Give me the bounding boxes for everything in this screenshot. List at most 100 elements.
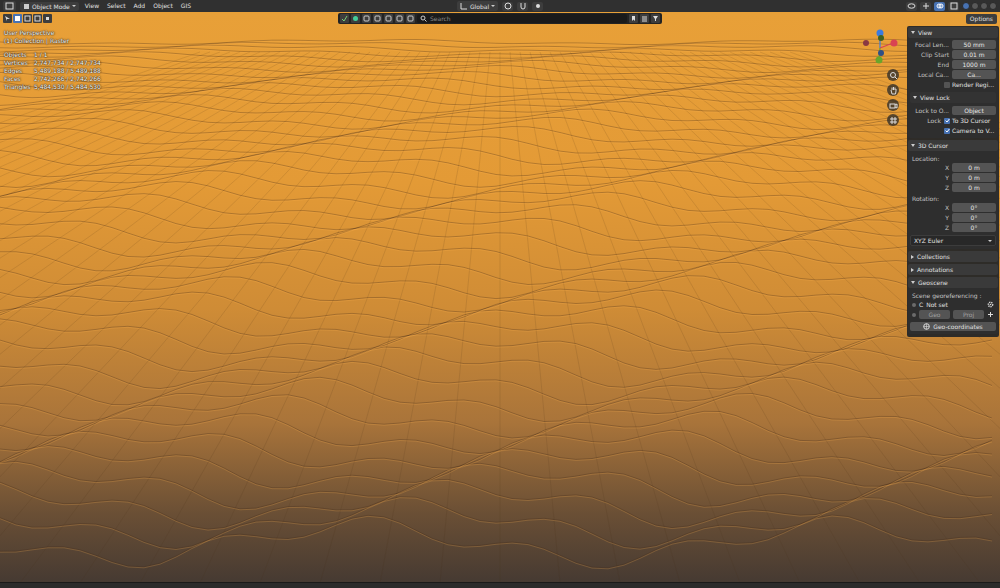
toolbar-icon[interactable] (373, 14, 382, 23)
toolbar-icon[interactable] (362, 14, 371, 23)
tool-header: Search Options (0, 12, 1000, 25)
georef-status: CNot set (910, 300, 996, 309)
stat-row: Objects1 / 1 (4, 51, 101, 59)
rotation-mode-dropdown[interactable]: XYZ Euler (910, 235, 996, 246)
checkbox-row: LockTo 3D Cursor (910, 116, 996, 125)
sidebar-panel: ViewFocal Len...50 mmClip Start0.01 mEnd… (908, 27, 998, 138)
view-name: User Perspective (4, 29, 101, 37)
select-new-icon[interactable] (13, 14, 22, 23)
checkbox-label: Render Regi... (952, 81, 994, 88)
property-row: Z0 m (910, 183, 996, 192)
geo-coordinates-button[interactable]: Geo-coordinates (910, 322, 996, 331)
property-field[interactable]: Ca... (952, 70, 996, 79)
checkbox-row: Render Regi... (910, 80, 996, 89)
options-button[interactable]: Options (966, 14, 997, 24)
select-intersect-icon[interactable] (43, 14, 52, 23)
visibility-icon[interactable] (906, 2, 917, 11)
stat-row: Edges5,489,188 / 5,489,188 (4, 67, 101, 75)
editor-type-icon[interactable] (3, 1, 16, 11)
property-field[interactable]: 0° (952, 203, 996, 212)
checkbox[interactable]: Camera to V... (944, 127, 996, 134)
crs-badge: C (919, 301, 923, 308)
menu-item[interactable]: View (83, 2, 101, 10)
property-label: Lock to O... (910, 107, 952, 114)
search-placeholder: Search (430, 15, 451, 23)
navigation-gizmo[interactable] (860, 28, 900, 69)
status-dot-icon[interactable] (351, 14, 360, 23)
subpanel-header[interactable]: View Lock (910, 92, 996, 103)
select-extend-icon[interactable] (23, 14, 32, 23)
collection-name: (1) Collection | Raster (4, 37, 101, 45)
property-label: Clip Start (910, 51, 952, 58)
stat-label: Triangles (4, 83, 34, 91)
property-field[interactable]: 0 m (952, 173, 996, 182)
menu-item[interactable]: Select (105, 2, 128, 10)
panel-header[interactable]: Geoscene (908, 277, 998, 288)
snap-icon[interactable] (517, 2, 528, 11)
zoom-icon[interactable] (887, 69, 899, 81)
gear-icon[interactable] (987, 301, 994, 308)
select-modes (3, 14, 338, 23)
stat-label: Faces (4, 75, 34, 83)
orientation-dropdown[interactable]: Global (457, 1, 498, 11)
rendered-shading-icon[interactable] (989, 2, 997, 10)
pivot-icon[interactable] (502, 2, 513, 11)
camera-icon[interactable] (887, 99, 899, 111)
mode-dropdown[interactable]: Object Mode (20, 2, 79, 11)
checkbox[interactable]: To 3D Cursor (944, 117, 996, 124)
pan-hand-icon[interactable] (887, 84, 899, 96)
plus-icon[interactable] (987, 311, 994, 318)
select-subtract-icon[interactable] (33, 14, 42, 23)
viewport-toolbar: Search (338, 13, 662, 24)
property-row: Local Ca...Ca... (910, 70, 996, 79)
panel-header[interactable]: View (908, 27, 998, 38)
3d-viewport[interactable]: Search Options User Perspective(1) Collect… (0, 12, 1000, 582)
property-field[interactable]: 50 mm (952, 40, 996, 49)
filter-check-icon[interactable] (340, 14, 349, 23)
property-row: Z0° (910, 223, 996, 232)
property-field[interactable]: 0° (952, 223, 996, 232)
subpanel-title: View Lock (920, 94, 950, 101)
status-dot-icon (912, 303, 916, 307)
property-label: Y (910, 174, 952, 181)
sidebar: ViewFocal Len...50 mmClip Start0.01 mEnd… (907, 26, 999, 337)
menu-item[interactable]: Add (132, 2, 148, 10)
gizmo-toggle-icon[interactable] (920, 2, 931, 11)
panel-header[interactable]: Collections (908, 251, 998, 262)
property-field[interactable]: 0 m (952, 163, 996, 172)
menu-item[interactable]: GIS (179, 2, 193, 10)
bookmark-icon[interactable] (629, 14, 638, 23)
xray-icon[interactable] (948, 2, 959, 11)
expand-chevron-icon (911, 255, 914, 259)
small-button[interactable]: Geo (919, 310, 950, 319)
toolbar-icon[interactable] (395, 14, 404, 23)
checkbox[interactable]: Render Regi... (944, 81, 996, 88)
panel-header[interactable]: Annotations (908, 264, 998, 275)
small-button[interactable]: Proj (953, 310, 984, 319)
axes-icon (460, 2, 468, 10)
property-field[interactable]: 0.01 m (952, 50, 996, 59)
property-field[interactable]: 0° (952, 213, 996, 222)
menu-item[interactable]: Object (151, 2, 175, 10)
panel-header[interactable]: 3D Cursor (908, 140, 998, 151)
wireframe-shading-icon[interactable] (962, 2, 970, 10)
grid-icon[interactable] (887, 114, 899, 126)
property-field[interactable]: Object (952, 106, 996, 115)
expand-chevron-icon (911, 281, 915, 284)
proportional-icon[interactable] (532, 2, 543, 11)
toolbar-icon[interactable] (384, 14, 393, 23)
select-tool-icon[interactable] (3, 14, 12, 23)
material-shading-icon[interactable] (980, 2, 988, 10)
property-field[interactable]: 0 m (952, 183, 996, 192)
solid-shading-icon[interactable] (971, 2, 979, 10)
property-field[interactable]: 1000 m (952, 60, 996, 69)
filter-icon[interactable] (651, 14, 660, 23)
sidebar-panel: Collections (908, 251, 998, 262)
axis-gizmo-icon (860, 28, 900, 68)
viewport-cube-icon (5, 2, 14, 10)
list-icon[interactable] (640, 14, 649, 23)
toolbar-icon[interactable] (406, 14, 415, 23)
search-field[interactable]: Search (417, 14, 627, 23)
property-label: Local Ca... (910, 71, 952, 78)
overlay-icon[interactable] (934, 2, 945, 11)
